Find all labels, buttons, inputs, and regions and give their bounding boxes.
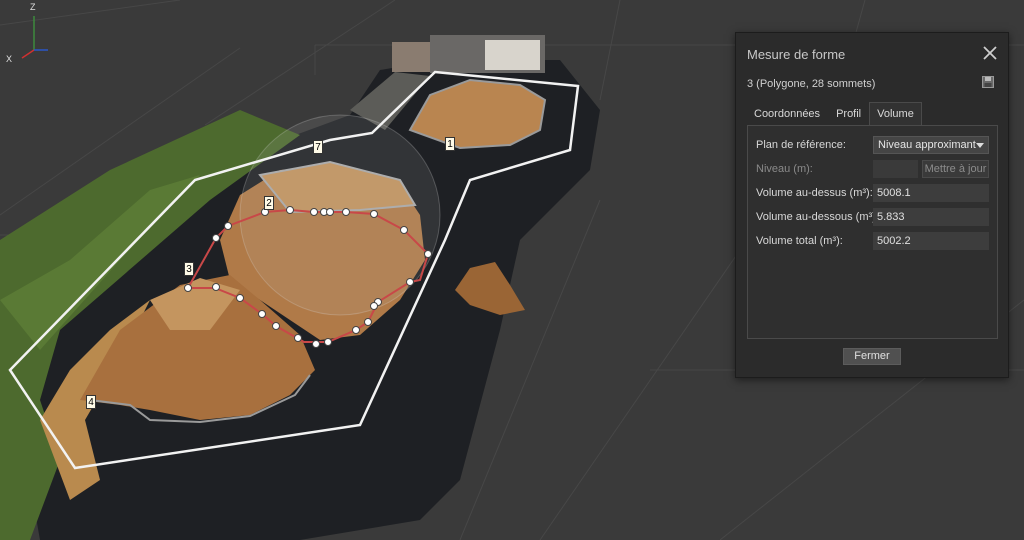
dialog-title: Mesure de forme [747, 47, 846, 62]
close-icon[interactable] [982, 45, 998, 61]
volume-total-field[interactable]: 5002.2 [873, 232, 989, 250]
axis-x-label: X [6, 54, 12, 64]
volume-below-label: Volume au-dessous (m³): [756, 211, 879, 223]
volume-above-field[interactable]: 5008.1 [873, 184, 989, 202]
building [392, 42, 432, 72]
tab-profil[interactable]: Profil [828, 102, 869, 126]
tab-volume[interactable]: Volume [869, 102, 922, 126]
tab-coordonnees[interactable]: Coordonnées [746, 102, 828, 126]
plan-select-value: Niveau approximant [878, 139, 976, 151]
shape-label-1[interactable]: 1 [445, 137, 455, 151]
niveau-input[interactable] [873, 160, 918, 178]
shape-label-3[interactable]: 3 [184, 262, 194, 276]
volume-above-label: Volume au-dessus (m³): [756, 187, 873, 199]
axis-z-label: Z [30, 2, 36, 12]
update-button[interactable]: Mettre à jour [922, 160, 989, 178]
axis-gizmo: Z X [6, 2, 48, 64]
chevron-down-icon [976, 143, 984, 148]
volume-panel: Plan de référence: Niveau approximant Ni… [747, 125, 998, 339]
close-button[interactable]: Fermer [843, 348, 901, 365]
save-icon[interactable] [982, 76, 994, 88]
shape-label-2[interactable]: 2 [264, 196, 274, 210]
shape-label-7[interactable]: 7 [313, 140, 323, 154]
volume-total-label: Volume total (m³): [756, 235, 843, 247]
plan-label: Plan de référence: [756, 139, 846, 151]
plan-select[interactable]: Niveau approximant [873, 136, 989, 154]
tab-bar: Coordonnées Profil Volume [746, 102, 922, 126]
volume-below-field[interactable]: 5.833 [873, 208, 989, 226]
shape-measure-dialog[interactable]: Mesure de forme 3 (Polygone, 28 sommets)… [735, 32, 1009, 378]
shape-label-4[interactable]: 4 [86, 395, 96, 409]
shape-info: 3 (Polygone, 28 sommets) [747, 78, 876, 90]
niveau-label: Niveau (m): [756, 163, 813, 175]
